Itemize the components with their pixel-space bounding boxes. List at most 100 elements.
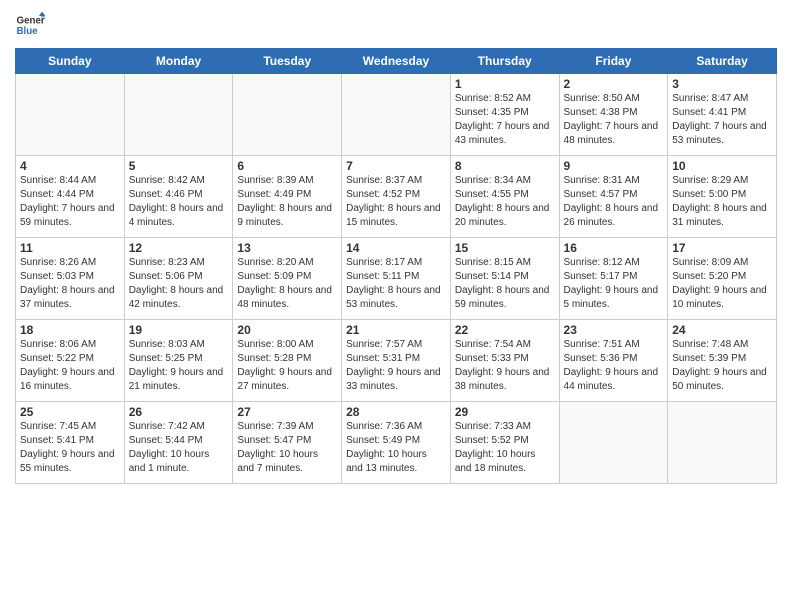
col-header-sunday: Sunday: [16, 49, 125, 74]
day-info: Sunrise: 8:29 AM Sunset: 5:00 PM Dayligh…: [672, 174, 772, 230]
day-info: Sunrise: 8:15 AM Sunset: 5:14 PM Dayligh…: [455, 256, 555, 312]
day-number: 16: [564, 241, 664, 255]
calendar-day-9: 9Sunrise: 8:31 AM Sunset: 4:57 PM Daylig…: [559, 156, 668, 238]
calendar-day-2: 2Sunrise: 8:50 AM Sunset: 4:38 PM Daylig…: [559, 74, 668, 156]
day-info: Sunrise: 7:51 AM Sunset: 5:36 PM Dayligh…: [564, 338, 664, 394]
page-container: General Blue SundayMondayTuesdayWednesda…: [0, 0, 792, 612]
day-info: Sunrise: 8:42 AM Sunset: 4:46 PM Dayligh…: [129, 174, 229, 230]
calendar-empty-cell: [124, 74, 233, 156]
day-number: 5: [129, 159, 229, 173]
day-info: Sunrise: 8:00 AM Sunset: 5:28 PM Dayligh…: [237, 338, 337, 394]
calendar-day-14: 14Sunrise: 8:17 AM Sunset: 5:11 PM Dayli…: [342, 238, 451, 320]
logo: General Blue: [15, 10, 45, 40]
svg-text:Blue: Blue: [17, 26, 39, 37]
calendar-day-17: 17Sunrise: 8:09 AM Sunset: 5:20 PM Dayli…: [668, 238, 777, 320]
calendar-day-24: 24Sunrise: 7:48 AM Sunset: 5:39 PM Dayli…: [668, 320, 777, 402]
day-info: Sunrise: 7:54 AM Sunset: 5:33 PM Dayligh…: [455, 338, 555, 394]
calendar-empty-cell: [16, 74, 125, 156]
day-info: Sunrise: 8:12 AM Sunset: 5:17 PM Dayligh…: [564, 256, 664, 312]
calendar-day-29: 29Sunrise: 7:33 AM Sunset: 5:52 PM Dayli…: [450, 402, 559, 484]
header: General Blue: [15, 10, 777, 40]
day-number: 18: [20, 323, 120, 337]
day-number: 12: [129, 241, 229, 255]
calendar-day-28: 28Sunrise: 7:36 AM Sunset: 5:49 PM Dayli…: [342, 402, 451, 484]
day-info: Sunrise: 7:48 AM Sunset: 5:39 PM Dayligh…: [672, 338, 772, 394]
calendar-week-row: 4Sunrise: 8:44 AM Sunset: 4:44 PM Daylig…: [16, 156, 777, 238]
col-header-tuesday: Tuesday: [233, 49, 342, 74]
day-number: 17: [672, 241, 772, 255]
day-info: Sunrise: 8:39 AM Sunset: 4:49 PM Dayligh…: [237, 174, 337, 230]
calendar-day-3: 3Sunrise: 8:47 AM Sunset: 4:41 PM Daylig…: [668, 74, 777, 156]
calendar-day-8: 8Sunrise: 8:34 AM Sunset: 4:55 PM Daylig…: [450, 156, 559, 238]
calendar-day-27: 27Sunrise: 7:39 AM Sunset: 5:47 PM Dayli…: [233, 402, 342, 484]
day-info: Sunrise: 7:57 AM Sunset: 5:31 PM Dayligh…: [346, 338, 446, 394]
day-number: 7: [346, 159, 446, 173]
calendar-empty-cell: [668, 402, 777, 484]
day-number: 19: [129, 323, 229, 337]
calendar-day-20: 20Sunrise: 8:00 AM Sunset: 5:28 PM Dayli…: [233, 320, 342, 402]
calendar-day-12: 12Sunrise: 8:23 AM Sunset: 5:06 PM Dayli…: [124, 238, 233, 320]
day-number: 29: [455, 405, 555, 419]
col-header-monday: Monday: [124, 49, 233, 74]
col-header-wednesday: Wednesday: [342, 49, 451, 74]
day-info: Sunrise: 8:20 AM Sunset: 5:09 PM Dayligh…: [237, 256, 337, 312]
calendar-day-4: 4Sunrise: 8:44 AM Sunset: 4:44 PM Daylig…: [16, 156, 125, 238]
day-info: Sunrise: 7:36 AM Sunset: 5:49 PM Dayligh…: [346, 420, 446, 476]
day-info: Sunrise: 8:06 AM Sunset: 5:22 PM Dayligh…: [20, 338, 120, 394]
day-number: 27: [237, 405, 337, 419]
day-number: 28: [346, 405, 446, 419]
day-number: 14: [346, 241, 446, 255]
calendar-day-15: 15Sunrise: 8:15 AM Sunset: 5:14 PM Dayli…: [450, 238, 559, 320]
calendar-week-row: 25Sunrise: 7:45 AM Sunset: 5:41 PM Dayli…: [16, 402, 777, 484]
day-number: 13: [237, 241, 337, 255]
day-info: Sunrise: 7:45 AM Sunset: 5:41 PM Dayligh…: [20, 420, 120, 476]
col-header-thursday: Thursday: [450, 49, 559, 74]
calendar-day-22: 22Sunrise: 7:54 AM Sunset: 5:33 PM Dayli…: [450, 320, 559, 402]
calendar-day-6: 6Sunrise: 8:39 AM Sunset: 4:49 PM Daylig…: [233, 156, 342, 238]
col-header-saturday: Saturday: [668, 49, 777, 74]
calendar-empty-cell: [233, 74, 342, 156]
day-info: Sunrise: 8:17 AM Sunset: 5:11 PM Dayligh…: [346, 256, 446, 312]
calendar-empty-cell: [559, 402, 668, 484]
day-info: Sunrise: 8:52 AM Sunset: 4:35 PM Dayligh…: [455, 92, 555, 148]
day-info: Sunrise: 8:23 AM Sunset: 5:06 PM Dayligh…: [129, 256, 229, 312]
day-number: 4: [20, 159, 120, 173]
calendar-day-5: 5Sunrise: 8:42 AM Sunset: 4:46 PM Daylig…: [124, 156, 233, 238]
day-info: Sunrise: 8:37 AM Sunset: 4:52 PM Dayligh…: [346, 174, 446, 230]
day-number: 8: [455, 159, 555, 173]
calendar-day-7: 7Sunrise: 8:37 AM Sunset: 4:52 PM Daylig…: [342, 156, 451, 238]
day-number: 22: [455, 323, 555, 337]
day-number: 20: [237, 323, 337, 337]
calendar-day-13: 13Sunrise: 8:20 AM Sunset: 5:09 PM Dayli…: [233, 238, 342, 320]
day-number: 6: [237, 159, 337, 173]
calendar-day-23: 23Sunrise: 7:51 AM Sunset: 5:36 PM Dayli…: [559, 320, 668, 402]
day-number: 2: [564, 77, 664, 91]
calendar-table: SundayMondayTuesdayWednesdayThursdayFrid…: [15, 48, 777, 484]
calendar-day-18: 18Sunrise: 8:06 AM Sunset: 5:22 PM Dayli…: [16, 320, 125, 402]
svg-text:General: General: [17, 16, 46, 27]
day-number: 21: [346, 323, 446, 337]
calendar-day-26: 26Sunrise: 7:42 AM Sunset: 5:44 PM Dayli…: [124, 402, 233, 484]
col-header-friday: Friday: [559, 49, 668, 74]
day-number: 9: [564, 159, 664, 173]
day-info: Sunrise: 7:33 AM Sunset: 5:52 PM Dayligh…: [455, 420, 555, 476]
day-number: 10: [672, 159, 772, 173]
calendar-week-row: 11Sunrise: 8:26 AM Sunset: 5:03 PM Dayli…: [16, 238, 777, 320]
day-info: Sunrise: 8:09 AM Sunset: 5:20 PM Dayligh…: [672, 256, 772, 312]
day-number: 15: [455, 241, 555, 255]
day-number: 23: [564, 323, 664, 337]
day-number: 11: [20, 241, 120, 255]
calendar-header-row: SundayMondayTuesdayWednesdayThursdayFrid…: [16, 49, 777, 74]
calendar-day-10: 10Sunrise: 8:29 AM Sunset: 5:00 PM Dayli…: [668, 156, 777, 238]
calendar-day-19: 19Sunrise: 8:03 AM Sunset: 5:25 PM Dayli…: [124, 320, 233, 402]
day-info: Sunrise: 8:34 AM Sunset: 4:55 PM Dayligh…: [455, 174, 555, 230]
day-number: 26: [129, 405, 229, 419]
day-info: Sunrise: 7:42 AM Sunset: 5:44 PM Dayligh…: [129, 420, 229, 476]
calendar-day-25: 25Sunrise: 7:45 AM Sunset: 5:41 PM Dayli…: [16, 402, 125, 484]
calendar-day-16: 16Sunrise: 8:12 AM Sunset: 5:17 PM Dayli…: [559, 238, 668, 320]
calendar-week-row: 18Sunrise: 8:06 AM Sunset: 5:22 PM Dayli…: [16, 320, 777, 402]
calendar-empty-cell: [342, 74, 451, 156]
calendar-week-row: 1Sunrise: 8:52 AM Sunset: 4:35 PM Daylig…: [16, 74, 777, 156]
calendar-day-11: 11Sunrise: 8:26 AM Sunset: 5:03 PM Dayli…: [16, 238, 125, 320]
day-info: Sunrise: 8:47 AM Sunset: 4:41 PM Dayligh…: [672, 92, 772, 148]
